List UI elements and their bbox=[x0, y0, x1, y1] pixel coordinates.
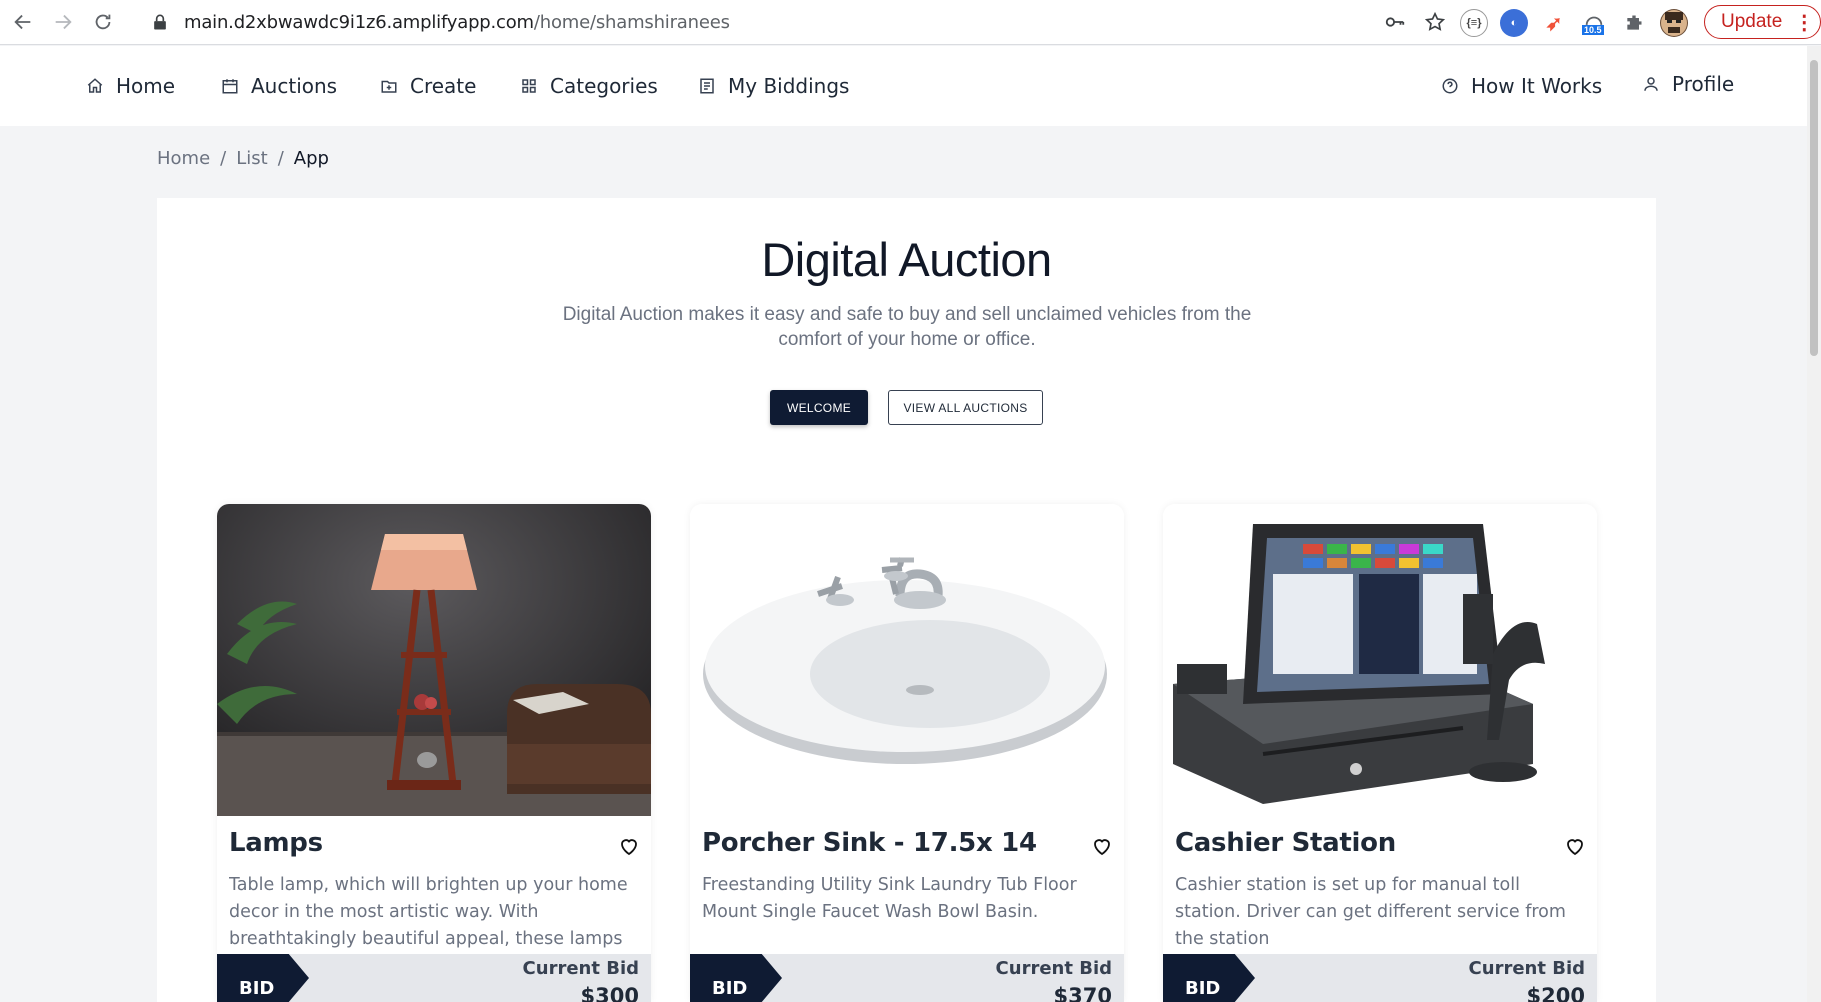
sink-product-image bbox=[690, 504, 1124, 816]
nav-item-label: My Biddings bbox=[728, 74, 850, 98]
help-circle-icon bbox=[1442, 78, 1458, 94]
nav-item-label: Home bbox=[116, 74, 176, 98]
cashier-product-image bbox=[1163, 504, 1597, 816]
current-bid-label: Current Bid bbox=[995, 958, 1112, 979]
product-card-cashier[interactable]: Cashier Station Cashier station is set u… bbox=[1163, 504, 1597, 1002]
nav-item-create[interactable]: Create bbox=[380, 70, 476, 102]
list-icon bbox=[700, 78, 714, 94]
breadcrumb-separator: / bbox=[277, 148, 284, 169]
current-bid-value: $370 bbox=[1053, 984, 1112, 1002]
bid-button[interactable]: BID bbox=[690, 954, 782, 1002]
current-bid-label: Current Bid bbox=[1468, 958, 1585, 979]
breadcrumb-home[interactable]: Home bbox=[157, 148, 210, 169]
lock-icon bbox=[154, 14, 166, 30]
grid-icon bbox=[522, 79, 536, 93]
url-host: main.d2xbwawdc9i1z6.amplifyapp.com bbox=[184, 11, 534, 33]
breadcrumb-current: App bbox=[293, 148, 329, 169]
puzzle-icon[interactable] bbox=[1620, 9, 1648, 37]
page-title: Digital Auction bbox=[761, 233, 1052, 286]
url-path: /home/shamshiranees bbox=[533, 11, 730, 33]
nav-item-home[interactable]: Home bbox=[86, 70, 175, 102]
folder-plus-icon bbox=[381, 80, 397, 93]
json-extension-icon[interactable]: {≡} bbox=[1460, 9, 1488, 37]
bid-footer: BID Current Bid $370 bbox=[690, 954, 1124, 1002]
forward-icon[interactable] bbox=[46, 5, 80, 39]
product-description: Cashier station is set up for manual tol… bbox=[1175, 875, 1566, 949]
product-title: Porcher Sink - 17.5x 14 bbox=[702, 828, 1037, 858]
view-all-auctions-button[interactable]: VIEW ALL AUCTIONS bbox=[888, 390, 1043, 425]
bid-button[interactable]: BID bbox=[1163, 954, 1255, 1002]
nav-item-label: Categories bbox=[550, 74, 658, 98]
product-title: Cashier Station bbox=[1175, 828, 1396, 858]
bid-footer: BID Current Bid $300 bbox=[217, 954, 651, 1002]
user-icon bbox=[1644, 77, 1658, 91]
product-card-lamps[interactable]: Lamps Table lamp, which will brighten up… bbox=[217, 504, 651, 1002]
product-title: Lamps bbox=[229, 828, 323, 858]
breadcrumb: Home / List / App bbox=[157, 148, 329, 169]
current-bid-value: $200 bbox=[1526, 984, 1585, 1002]
swift-extension-icon[interactable]: ➶ bbox=[1540, 9, 1568, 37]
welcome-button[interactable]: WELCOME bbox=[770, 390, 868, 425]
calendar-icon bbox=[222, 79, 238, 94]
page-subtitle: Digital Auction makes it easy and safe t… bbox=[562, 304, 1252, 350]
bid-button[interactable]: BID bbox=[217, 954, 309, 1002]
scrollbar-thumb[interactable] bbox=[1810, 60, 1818, 356]
update-button[interactable]: Update ⋮ bbox=[1704, 5, 1821, 39]
breadcrumb-list[interactable]: List bbox=[236, 148, 267, 169]
breadcrumb-separator: / bbox=[220, 148, 227, 169]
nav-item-label: How It Works bbox=[1471, 74, 1603, 98]
nav-item-categories[interactable]: Categories bbox=[520, 70, 658, 102]
counter-extension-icon[interactable]: 10.5 bbox=[1580, 9, 1608, 37]
bid-footer: BID Current Bid $200 bbox=[1163, 954, 1597, 1002]
page-scrollbar[interactable] bbox=[1807, 46, 1821, 1002]
product-description: Freestanding Utility Sink Laundry Tub Fl… bbox=[702, 875, 1077, 922]
dev-extension-icon[interactable]: ◐ bbox=[1500, 9, 1528, 37]
home-icon bbox=[87, 78, 103, 93]
browser-toolbar: main.d2xbwawdc9i1z6.amplifyapp.com/home/… bbox=[0, 0, 1821, 45]
nav-item-how-it-works[interactable]: How It Works bbox=[1441, 70, 1602, 102]
extension-badge: 10.5 bbox=[1582, 25, 1604, 35]
product-card-sink[interactable]: Porcher Sink - 17.5x 14 Freestanding Uti… bbox=[690, 504, 1124, 1002]
nav-item-label: Create bbox=[410, 74, 477, 98]
current-bid-label: Current Bid bbox=[522, 958, 639, 979]
nav-item-label: Auctions bbox=[251, 74, 338, 98]
heart-icon[interactable] bbox=[617, 834, 641, 858]
more-icon: ⋮ bbox=[1794, 11, 1815, 34]
reload-icon[interactable] bbox=[86, 5, 120, 39]
avatar[interactable] bbox=[1660, 9, 1688, 37]
nav-item-label: Profile bbox=[1672, 72, 1735, 96]
heart-icon[interactable] bbox=[1090, 834, 1114, 858]
lamp-product-image bbox=[217, 504, 651, 816]
update-label: Update bbox=[1721, 11, 1783, 32]
current-bid-value: $300 bbox=[580, 984, 639, 1002]
nav-item-profile[interactable]: Profile bbox=[1642, 68, 1734, 100]
star-icon[interactable] bbox=[1424, 11, 1446, 33]
address-bar[interactable]: main.d2xbwawdc9i1z6.amplifyapp.com/home/… bbox=[134, 4, 1446, 40]
product-description: Table lamp, which will brighten up your … bbox=[229, 875, 628, 949]
key-icon[interactable] bbox=[1384, 11, 1406, 33]
back-icon[interactable] bbox=[6, 5, 40, 39]
heart-icon[interactable] bbox=[1563, 834, 1587, 858]
nav-item-auctions[interactable]: Auctions bbox=[221, 70, 337, 102]
nav-item-my-biddings[interactable]: My Biddings bbox=[698, 70, 849, 102]
main-panel: Digital Auction Digital Auction makes it… bbox=[157, 198, 1656, 1002]
